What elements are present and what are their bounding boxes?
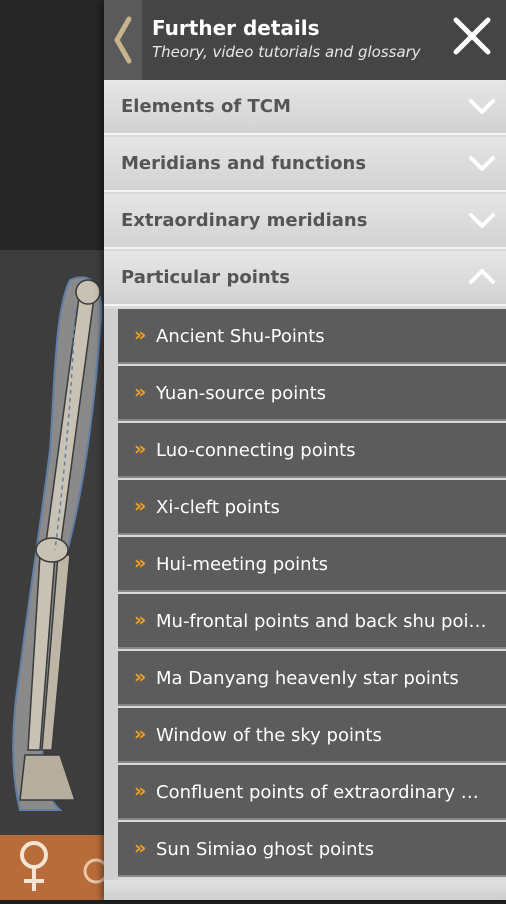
double-angle-right-icon: »	[134, 324, 147, 346]
list-item-label: Mu-frontal points and back shu points	[156, 611, 496, 632]
sublist-indent	[104, 309, 118, 880]
double-angle-right-icon: »	[134, 381, 147, 403]
list-item-luo-connecting-points[interactable]: » Luo-connecting points	[118, 423, 506, 478]
chevron-down-icon	[469, 99, 495, 114]
chevron-down-icon	[469, 213, 495, 228]
section-label: Particular points	[121, 267, 291, 288]
list-item-label: Luo-connecting points	[156, 440, 356, 461]
double-angle-right-icon: »	[134, 780, 147, 802]
chevron-up-icon	[469, 269, 495, 284]
double-angle-right-icon: »	[134, 552, 147, 574]
panel-title: Further details	[152, 16, 320, 40]
close-icon	[453, 17, 491, 55]
chevron-down-icon	[469, 156, 495, 171]
section-elements-of-tcm[interactable]: Elements of TCM	[104, 80, 506, 135]
double-angle-right-icon: »	[134, 723, 147, 745]
list-item-sun-simiao-ghost-points[interactable]: » Sun Simiao ghost points	[118, 822, 506, 877]
list-item-label: Yuan-source points	[156, 383, 327, 404]
back-button[interactable]	[104, 0, 142, 80]
list-item-label: Ma Danyang heavenly star points	[156, 668, 459, 689]
section-label: Elements of TCM	[121, 96, 291, 117]
double-angle-right-icon: »	[134, 666, 147, 688]
double-angle-right-icon: »	[134, 438, 147, 460]
list-item-label: Window of the sky points	[156, 725, 382, 746]
further-details-panel: Further details Theory, video tutorials …	[104, 0, 506, 900]
double-angle-right-icon: »	[134, 837, 147, 859]
list-item-window-of-the-sky-points[interactable]: » Window of the sky points	[118, 708, 506, 763]
double-angle-right-icon: »	[134, 495, 147, 517]
list-item-xi-cleft-points[interactable]: » Xi-cleft points	[118, 480, 506, 535]
list-item-ancient-shu-points[interactable]: » Ancient Shu-Points	[118, 309, 506, 364]
section-label: Extraordinary meridians	[121, 210, 368, 231]
list-item-label: Sun Simiao ghost points	[156, 839, 374, 860]
double-angle-right-icon: »	[134, 609, 147, 631]
section-extraordinary-meridians[interactable]: Extraordinary meridians	[104, 194, 506, 249]
list-item-ma-danyang-points[interactable]: » Ma Danyang heavenly star points	[118, 651, 506, 706]
list-item-confluent-points[interactable]: » Confluent points of extraordinary meri…	[118, 765, 506, 820]
list-item-label: Xi-cleft points	[156, 497, 280, 518]
panel-subtitle: Theory, video tutorials and glossary	[152, 43, 421, 61]
panel-header: Further details Theory, video tutorials …	[104, 0, 506, 80]
list-item-label: Confluent points of extraordinary meridi…	[156, 782, 496, 803]
bottom-toolbar	[0, 835, 110, 900]
arm-skeleton-illustration[interactable]	[0, 250, 110, 835]
next-section-edge	[104, 880, 506, 900]
section-meridians-and-functions[interactable]: Meridians and functions	[104, 137, 506, 192]
list-item-mu-frontal-points[interactable]: » Mu-frontal points and back shu points	[118, 594, 506, 649]
list-item-label: Hui-meeting points	[156, 554, 329, 575]
section-particular-points[interactable]: Particular points	[104, 251, 506, 306]
list-item-yuan-source-points[interactable]: » Yuan-source points	[118, 366, 506, 421]
close-button[interactable]	[450, 14, 494, 58]
list-item-hui-meeting-points[interactable]: » Hui-meeting points	[118, 537, 506, 592]
list-item-label: Ancient Shu-Points	[156, 326, 325, 347]
chevron-left-icon	[114, 16, 132, 64]
section-label: Meridians and functions	[121, 153, 367, 174]
female-symbol-icon[interactable]	[0, 835, 110, 900]
